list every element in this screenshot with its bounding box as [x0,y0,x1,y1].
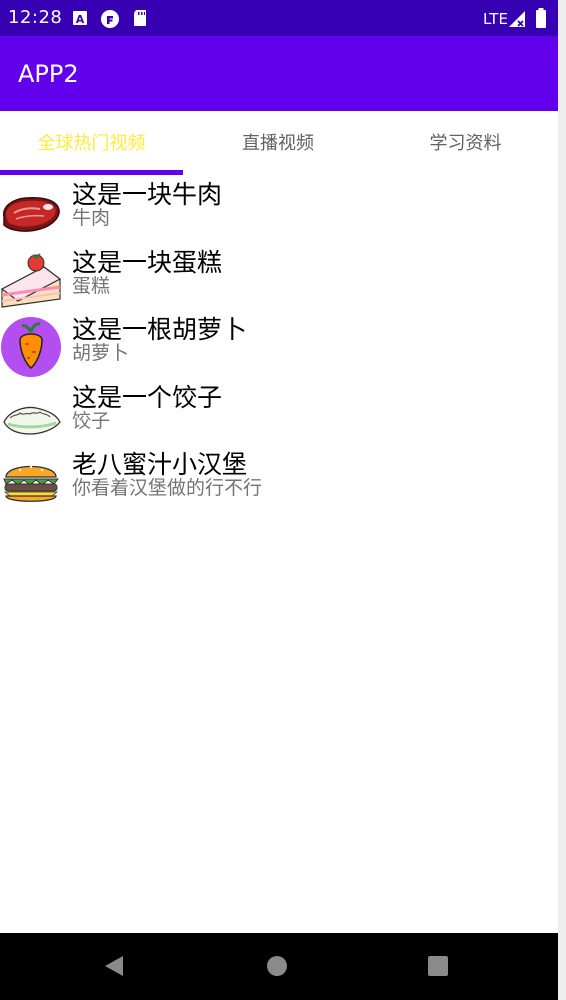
item-title: 这是一根胡萝卜 [72,315,248,344]
tab-label: 学习资料 [429,133,502,154]
tab-indicator [0,170,183,175]
item-subtitle: 饺子 [72,409,111,432]
a-icon: A [73,11,87,26]
item-subtitle: 牛肉 [72,207,111,229]
item-title: 这是一个饺子 [72,382,223,412]
list-item[interactable]: 这是一块蛋糕 蛋糕 [0,245,558,313]
tab-bar: 全球热门视频 直播视频 学习资料 [0,111,558,177]
carrot-icon [1,317,61,377]
window-edge [558,0,566,1000]
steak-icon [3,197,60,232]
item-subtitle: 蛋糕 [72,274,111,297]
cake-icon [0,252,62,308]
network-type: LTE [483,10,508,28]
status-bar: 12:28 A LTE [0,0,558,36]
tab-label: 全球热门视频 [37,133,146,154]
f-icon [101,10,119,28]
tab-study-materials[interactable]: 学习资料 [373,111,558,173]
home-icon[interactable] [265,954,289,978]
list-item[interactable]: 这是一根胡萝卜 胡萝卜 [0,312,558,380]
item-title: 这是一块蛋糕 [72,247,223,277]
status-time: 12:28 [8,7,63,28]
burger-icon [3,465,60,502]
food-list: 这是一块牛肉 牛肉 这是一块蛋糕 蛋糕 这是一根胡萝卜 胡萝卜 这是一个饺子 饺… [0,177,558,515]
recents-icon[interactable] [427,955,449,977]
sd-card-icon [134,10,146,26]
dumpling-icon [3,406,61,435]
navigation-bar [0,933,558,1000]
phone-screen: 12:28 A LTE APP2 全球热门视频 直播视频 学习资料 这是一块牛肉… [0,0,558,1000]
app-bar: APP2 [0,36,558,111]
tab-global-hot-videos[interactable]: 全球热门视频 [0,111,183,173]
tab-label: 直播视频 [242,133,314,154]
list-item[interactable]: 这是一块牛肉 牛肉 [0,177,558,245]
signal-icon [509,11,525,27]
item-title: 这是一块牛肉 [72,180,223,209]
back-icon[interactable] [102,953,126,979]
svg-text:A: A [76,13,85,26]
item-subtitle: 你看着汉堡做的行不行 [72,477,263,499]
battery-icon [536,8,546,28]
item-subtitle: 胡萝卜 [72,342,130,364]
list-item[interactable]: 这是一个饺子 饺子 [0,380,558,448]
item-title: 老八蜜汁小汉堡 [72,450,248,479]
app-title: APP2 [18,60,79,88]
list-item[interactable]: 老八蜜汁小汉堡 你看着汉堡做的行不行 [0,447,558,515]
tab-live-videos[interactable]: 直播视频 [183,111,373,173]
